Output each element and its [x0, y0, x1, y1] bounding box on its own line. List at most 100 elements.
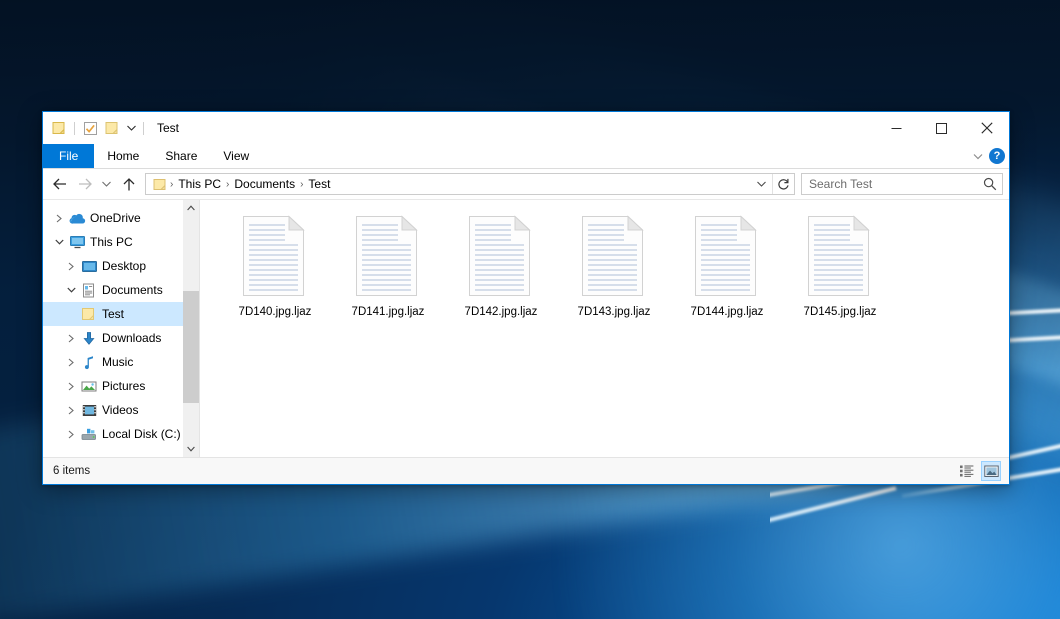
close-button[interactable] [964, 112, 1009, 144]
minimize-button[interactable] [874, 112, 919, 144]
chevron-down-icon[interactable] [63, 278, 79, 302]
search-icon[interactable] [978, 177, 1002, 191]
details-view-button[interactable] [957, 461, 977, 481]
local-disk-icon [79, 422, 99, 446]
pictures-icon [79, 374, 99, 398]
file-name-label: 7D140.jpg.ljaz [239, 306, 312, 318]
quick-access-toolbar [43, 112, 148, 144]
window-titlebar[interactable]: Test [43, 112, 1009, 144]
search-placeholder: Search Test [802, 177, 978, 191]
previous-locations-button[interactable] [751, 174, 772, 194]
breadcrumb: › This PC › Documents › Test [146, 177, 751, 191]
sidebar-item-downloads[interactable]: Downloads [43, 326, 183, 350]
breadcrumb-folder-icon[interactable] [151, 178, 170, 191]
sidebar-item-label: Desktop [99, 259, 146, 273]
large-icons-view-button[interactable] [981, 461, 1001, 481]
file-item[interactable]: 7D143.jpg.ljaz [565, 212, 663, 318]
chevron-right-icon[interactable] [51, 206, 67, 230]
file-item[interactable]: 7D145.jpg.ljaz [791, 212, 889, 318]
window-title: Test [157, 121, 179, 135]
tab-file[interactable]: File [43, 144, 94, 168]
window-body: OneDrive This PC [43, 199, 1009, 457]
ribbon-tabbar: File Home Share View ? [43, 144, 1009, 169]
chevron-right-icon[interactable] [63, 350, 79, 374]
chevron-right-icon[interactable] [63, 422, 79, 446]
forward-button[interactable] [72, 171, 97, 197]
sidebar-item-label: Downloads [99, 331, 161, 345]
file-explorer-window: Test File Home Share View [42, 111, 1010, 485]
status-bar: 6 items [43, 457, 1009, 484]
ribbon-right-controls: ? [973, 144, 1005, 168]
tab-view[interactable]: View [210, 144, 262, 168]
up-button[interactable] [116, 171, 141, 197]
scrollbar-track[interactable] [183, 216, 199, 441]
breadcrumb-this-pc[interactable]: This PC [173, 177, 226, 191]
scroll-down-button[interactable] [183, 441, 199, 457]
sidebar-item-label: Music [99, 355, 133, 369]
downloads-icon [79, 326, 99, 350]
sidebar-item-label: Documents [99, 283, 163, 297]
item-count-label: 6 items [53, 465, 90, 477]
expand-ribbon-button[interactable] [973, 147, 983, 165]
sidebar-item-label: Videos [99, 403, 138, 417]
scroll-up-button[interactable] [183, 200, 199, 216]
onedrive-icon [67, 206, 87, 230]
sidebar-item-onedrive[interactable]: OneDrive [43, 206, 183, 230]
help-icon[interactable]: ? [989, 148, 1005, 164]
desktop-icon [79, 254, 99, 278]
generic-document-icon [802, 212, 878, 300]
sidebar-item-desktop[interactable]: Desktop [43, 254, 183, 278]
file-item[interactable]: 7D141.jpg.ljaz [339, 212, 437, 318]
customize-quick-access-dropdown[interactable] [123, 117, 139, 139]
breadcrumb-documents[interactable]: Documents [229, 177, 300, 191]
search-input[interactable]: Search Test [801, 173, 1003, 195]
sidebar-item-documents[interactable]: Documents [43, 278, 183, 302]
navigation-pane-scrollbar[interactable] [183, 200, 200, 457]
folder-icon[interactable] [48, 117, 70, 139]
sidebar-item-music[interactable]: Music [43, 350, 183, 374]
chevron-right-icon[interactable] [63, 326, 79, 350]
sidebar-item-label: Local Disk (C:) [99, 427, 181, 441]
file-name-label: 7D142.jpg.ljaz [465, 306, 538, 318]
generic-document-icon [350, 212, 426, 300]
sidebar-item-videos[interactable]: Videos [43, 398, 183, 422]
qat-separator-2 [143, 122, 144, 135]
scrollbar-thumb[interactable] [183, 291, 199, 403]
chevron-right-icon[interactable] [63, 398, 79, 422]
chevron-right-icon[interactable] [63, 254, 79, 278]
view-mode-buttons [957, 458, 1001, 484]
sidebar-item-this-pc[interactable]: This PC [43, 230, 183, 254]
videos-icon [79, 398, 99, 422]
breadcrumb-test[interactable]: Test [303, 177, 335, 191]
sidebar-item-local-disk-c[interactable]: Local Disk (C:) [43, 422, 183, 446]
address-bar[interactable]: › This PC › Documents › Test [145, 173, 795, 195]
tab-share[interactable]: Share [152, 144, 210, 168]
file-name-label: 7D143.jpg.ljaz [578, 306, 651, 318]
file-grid: 7D140.jpg.ljaz [226, 212, 1009, 318]
file-name-label: 7D144.jpg.ljaz [691, 306, 764, 318]
folder-icon [79, 302, 99, 326]
documents-icon [79, 278, 99, 302]
chevron-down-icon[interactable] [51, 230, 67, 254]
new-folder-icon[interactable] [101, 117, 123, 139]
file-item[interactable]: 7D142.jpg.ljaz [452, 212, 550, 318]
recent-locations-button[interactable] [97, 171, 116, 197]
generic-document-icon [237, 212, 313, 300]
back-button[interactable] [47, 171, 72, 197]
file-item[interactable]: 7D140.jpg.ljaz [226, 212, 324, 318]
generic-document-icon [689, 212, 765, 300]
chevron-right-icon[interactable] [63, 374, 79, 398]
file-item[interactable]: 7D144.jpg.ljaz [678, 212, 776, 318]
tab-home[interactable]: Home [94, 144, 152, 168]
properties-icon[interactable] [79, 117, 101, 139]
file-list-view[interactable]: 7D140.jpg.ljaz [200, 200, 1009, 457]
this-pc-icon [67, 230, 87, 254]
refresh-button[interactable] [773, 174, 794, 194]
sidebar-item-label: Test [99, 307, 124, 321]
sidebar-item-label: Pictures [99, 379, 145, 393]
maximize-button[interactable] [919, 112, 964, 144]
file-name-label: 7D141.jpg.ljaz [352, 306, 425, 318]
sidebar-item-pictures[interactable]: Pictures [43, 374, 183, 398]
generic-document-icon [576, 212, 652, 300]
sidebar-item-test[interactable]: Test [43, 302, 183, 326]
